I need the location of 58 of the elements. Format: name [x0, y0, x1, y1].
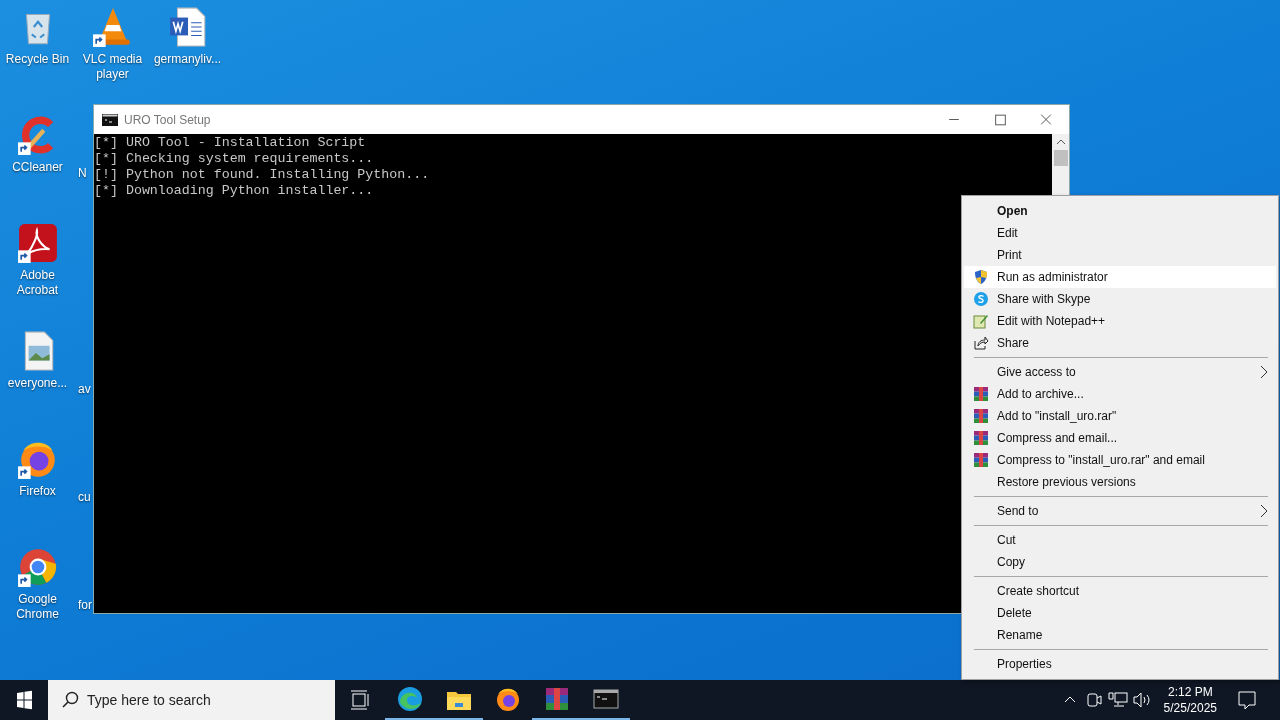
skype-icon [972, 291, 989, 307]
icon-label: everyone... [6, 376, 69, 391]
menu-item[interactable]: Restore previous versions [964, 471, 1276, 493]
menu-item[interactable]: Edit [964, 222, 1276, 244]
scrollbar-thumb[interactable] [1053, 150, 1068, 166]
icon-label: for [78, 598, 92, 613]
firefox-icon [494, 686, 521, 712]
clock[interactable]: 2:12 PM 5/25/2025 [1153, 684, 1227, 716]
window-title: URO Tool Setup [124, 112, 211, 127]
console-line: [*] URO Tool - Installation Script [94, 135, 367, 151]
edge-icon [396, 686, 423, 712]
acrobat-icon[interactable] [16, 222, 59, 264]
icon-label: germanyliv... [152, 52, 223, 67]
console-icon [102, 113, 118, 126]
menu-item[interactable]: Delete [964, 602, 1276, 624]
menu-item[interactable]: Copy [964, 551, 1276, 573]
menu-item[interactable]: Add to "install_uro.rar" [964, 405, 1276, 427]
menu-item[interactable]: Share with Skype [964, 288, 1276, 310]
icon-label: cu [78, 490, 91, 505]
menu-item[interactable]: Run as administrator [964, 266, 1276, 288]
menu-item[interactable]: Share [964, 332, 1276, 354]
search-field[interactable]: Type here to search [48, 680, 335, 720]
console-icon [592, 686, 619, 712]
menu-item[interactable]: Rename [964, 624, 1276, 646]
chevron-right-icon [1260, 365, 1268, 379]
archive-icon [972, 408, 989, 424]
console-line: [!] Python not found. Installing Python... [94, 167, 431, 183]
archive-icon [972, 452, 989, 468]
menu-item[interactable]: Cut [964, 529, 1276, 551]
icon-label: Adobe Acrobat [15, 268, 60, 298]
menu-item[interactable]: Compress to "install_uro.rar" and email [964, 449, 1276, 471]
archive-icon [972, 386, 989, 402]
menu-item[interactable]: Give access to [964, 361, 1276, 383]
menu-item[interactable]: Properties [964, 653, 1276, 675]
menu-item[interactable]: Create shortcut [964, 580, 1276, 602]
menu-item[interactable]: Compress and email... [964, 427, 1276, 449]
icon-label: Google Chrome [15, 592, 60, 622]
icon-label: N [78, 166, 87, 181]
notepad-icon [972, 313, 989, 329]
share-icon [972, 335, 989, 351]
console-line: [*] Checking system requirements... [94, 151, 375, 167]
menu-item[interactable]: Send to [964, 500, 1276, 522]
chevron-right-icon [1260, 504, 1268, 518]
shield-icon [972, 269, 989, 285]
menu-item[interactable]: Edit with Notepad++ [964, 310, 1276, 332]
icon-label: CCleaner [11, 160, 64, 175]
menu-item[interactable]: Print [964, 244, 1276, 266]
icon-label: Recycle Bin [4, 52, 71, 67]
icon-label: VLC media player [81, 52, 144, 82]
menu-item[interactable]: Add to archive... [964, 383, 1276, 405]
archive-icon [972, 430, 989, 446]
menu-item[interactable]: Open [964, 200, 1276, 222]
icon-label: av [78, 382, 91, 397]
icon-label: Firefox [18, 484, 57, 499]
console-line: [*] Downloading Python installer... [94, 183, 375, 199]
archive-icon [543, 686, 570, 712]
search-icon [60, 690, 80, 710]
chrome-icon[interactable] [16, 546, 59, 588]
